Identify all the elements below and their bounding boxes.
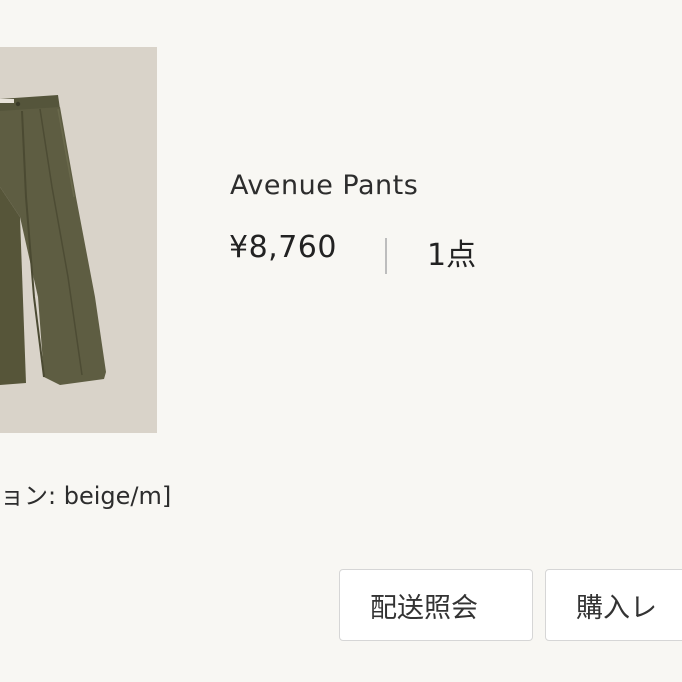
purchase-receipt-label: 購入レ: [576, 592, 657, 624]
purchase-receipt-button[interactable]: 購入レ: [545, 569, 682, 641]
product-name[interactable]: Avenue Pants: [230, 170, 418, 201]
order-item-card: Avenue Pants ¥8,760 1点 ョン: beige/m] 配送照会…: [0, 0, 682, 682]
product-price: ¥8,760: [229, 230, 337, 265]
product-image[interactable]: [0, 47, 157, 433]
delivery-tracking-label: 配送照会: [370, 592, 478, 624]
pants-illustration: [0, 47, 157, 433]
product-quantity: 1点: [427, 238, 477, 273]
delivery-tracking-button[interactable]: 配送照会: [339, 569, 533, 641]
product-variation: ョン: beige/m]: [0, 482, 172, 510]
price-quantity-divider: [385, 238, 387, 274]
